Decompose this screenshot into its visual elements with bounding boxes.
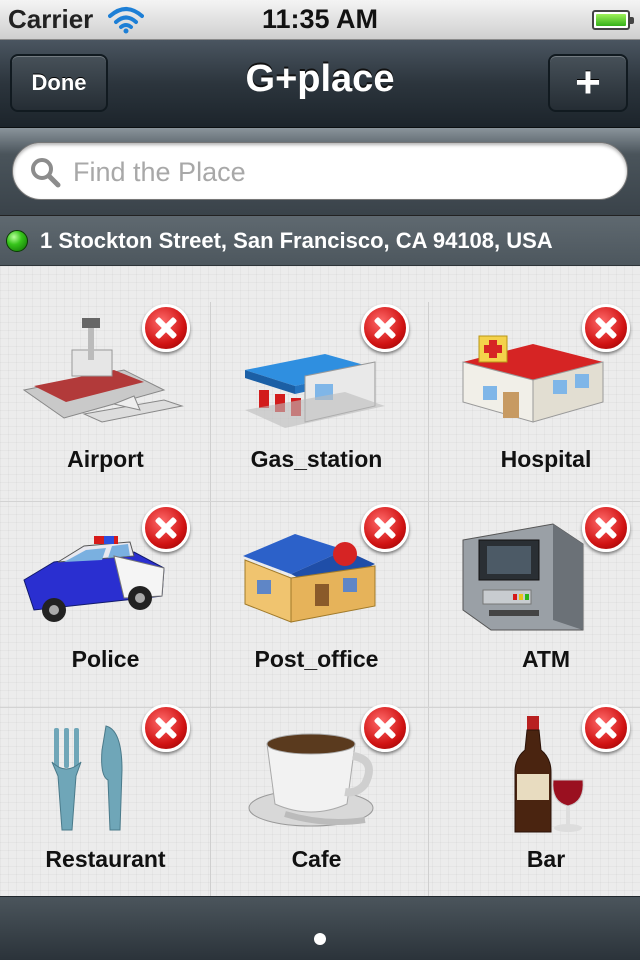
place-tile-post-office[interactable]: Post_office: [211, 502, 429, 702]
place-label: Airport: [67, 446, 144, 472]
search-icon: [31, 158, 61, 188]
place-tile-hospital[interactable]: Hospital: [429, 302, 640, 502]
add-button[interactable]: +: [548, 54, 628, 112]
delete-icon[interactable]: [142, 304, 190, 352]
place-label: Hospital: [500, 446, 592, 472]
delete-icon[interactable]: [361, 704, 409, 752]
status-time: 11:35 AM: [261, 4, 379, 34]
place-label: Cafe: [291, 846, 342, 872]
navigation-bar: Done G+place +: [0, 40, 640, 128]
current-address: 1 Stockton Street, San Francisco, CA 941…: [40, 228, 553, 253]
status-bar: Carrier 11:35 AM: [0, 0, 640, 40]
app-title: G+place: [245, 58, 395, 100]
place-label: Post_office: [254, 646, 379, 672]
place-label: Gas_station: [250, 446, 383, 472]
place-tile-gas-station[interactable]: Gas_station: [211, 302, 429, 502]
place-tile-bar[interactable]: Bar: [429, 702, 640, 902]
bottom-bar: [0, 896, 640, 960]
page-indicator-dot[interactable]: [314, 933, 326, 945]
delete-icon[interactable]: [142, 504, 190, 552]
delete-icon[interactable]: [142, 704, 190, 752]
place-tile-airport[interactable]: Airport: [0, 302, 218, 502]
location-bar: 1 Stockton Street, San Francisco, CA 941…: [0, 216, 640, 266]
delete-icon[interactable]: [582, 704, 630, 752]
delete-icon[interactable]: [361, 304, 409, 352]
place-tile-atm[interactable]: ATM: [429, 502, 640, 702]
delete-icon[interactable]: [582, 304, 630, 352]
location-status-icon: [6, 230, 28, 252]
search-field[interactable]: [12, 142, 628, 200]
search-bar: [0, 128, 640, 216]
place-label: Police: [71, 646, 140, 672]
delete-icon[interactable]: [361, 504, 409, 552]
delete-icon[interactable]: [582, 504, 630, 552]
place-label: Restaurant: [45, 846, 166, 872]
search-input[interactable]: [73, 151, 613, 193]
place-tile-cafe[interactable]: Cafe: [211, 702, 429, 902]
place-tile-police[interactable]: Police: [0, 502, 218, 702]
place-label: Bar: [526, 846, 566, 872]
places-grid: Airport Gas_station Hospital Police Post…: [0, 266, 640, 896]
place-tile-restaurant[interactable]: Restaurant: [0, 702, 218, 902]
battery-icon: [592, 10, 634, 30]
battery-level: [596, 14, 626, 26]
place-label: ATM: [521, 646, 571, 672]
